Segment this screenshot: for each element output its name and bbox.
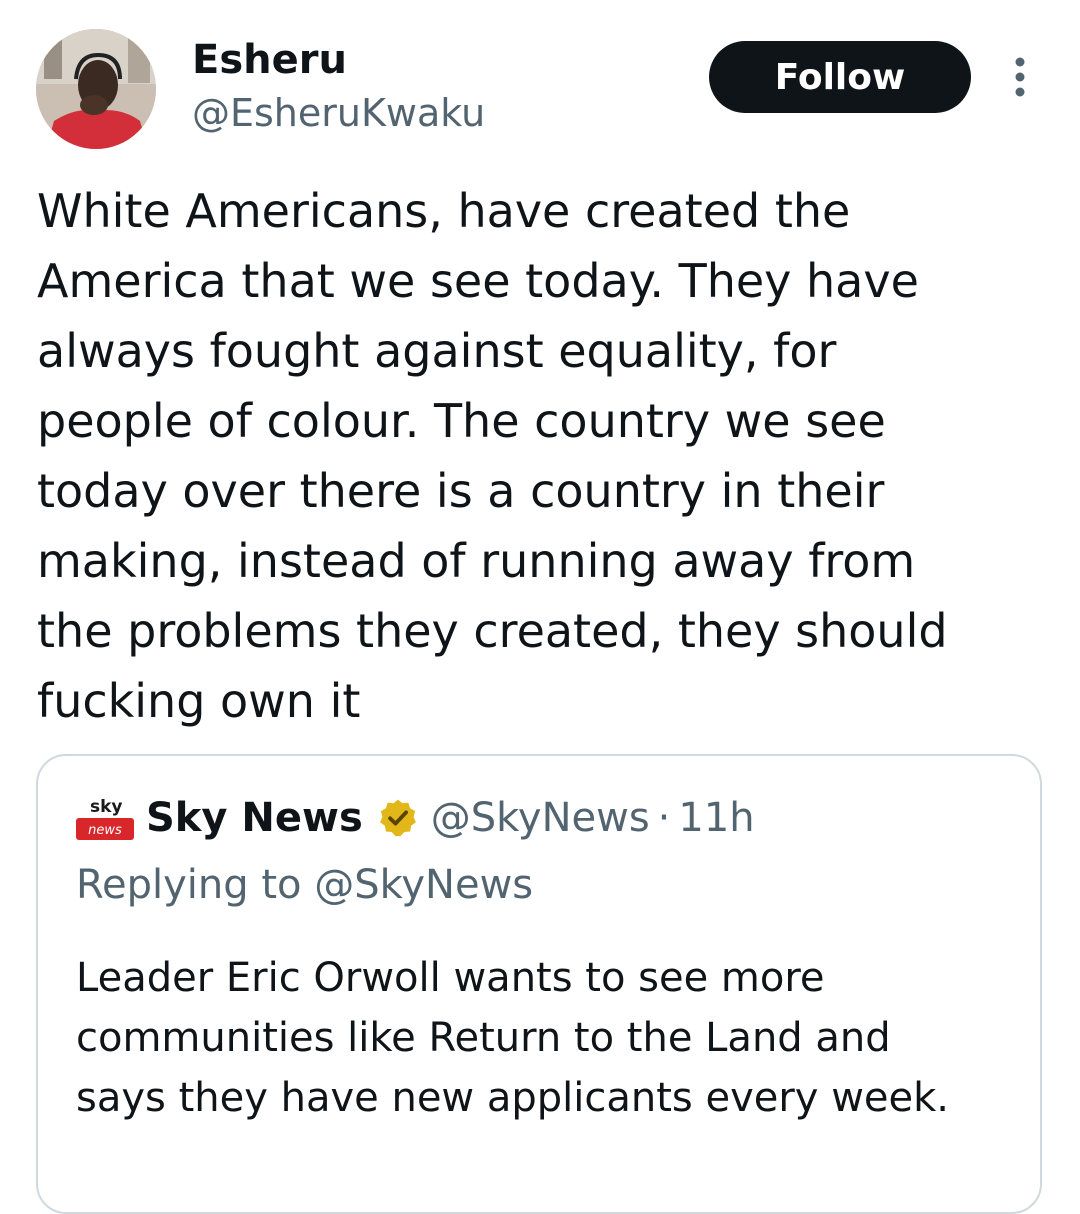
quoted-tweet-card[interactable]: sky news Sky News @SkyNews · 11h Replyin…	[36, 754, 1042, 1214]
vertical-ellipsis-icon	[1015, 57, 1025, 97]
author-display-name[interactable]: Esheru	[192, 36, 347, 84]
replying-to-line: Replying to @SkyNews	[76, 860, 533, 910]
tweet: Esheru @EsheruKwaku Follow White America…	[0, 0, 1080, 1214]
gold-verified-badge-icon[interactable]	[377, 797, 419, 839]
quoted-tweet-text: Leader Eric Orwoll wants to see more com…	[76, 955, 950, 1121]
sky-news-logo-icon: sky news	[76, 797, 134, 840]
separator-dot: ·	[657, 795, 671, 841]
replying-to-prefix: Replying to	[76, 862, 315, 908]
sky-news-avatar[interactable]: sky news	[74, 794, 136, 846]
follow-button[interactable]: Follow	[709, 41, 971, 113]
sky-logo-text: sky	[90, 797, 123, 817]
quoted-timestamp[interactable]: 11h	[678, 795, 754, 841]
replying-to-mention[interactable]: @SkyNews	[314, 862, 533, 908]
author-avatar[interactable]	[36, 29, 156, 149]
more-options-button[interactable]	[1004, 56, 1036, 100]
quoted-display-name[interactable]: Sky News	[146, 795, 363, 841]
tweet-text: White Americans, have created the Americ…	[37, 184, 948, 728]
quoted-handle[interactable]: @SkyNews	[431, 795, 650, 841]
quoted-tweet-header: Sky News @SkyNews · 11h	[146, 792, 755, 844]
news-logo-text: news	[88, 823, 122, 838]
author-handle[interactable]: @EsheruKwaku	[192, 90, 485, 136]
profile-photo-icon	[36, 29, 156, 149]
